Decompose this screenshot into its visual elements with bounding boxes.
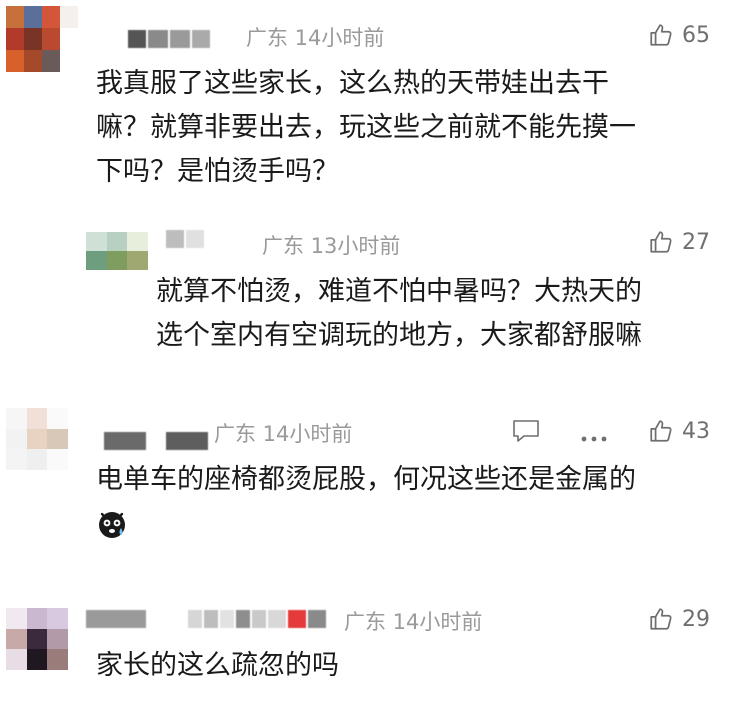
comment-meta: 广东 14小时前 <box>246 26 385 50</box>
comment-line: 家长的这么疏忽的吗 <box>96 650 339 681</box>
sweat-face-emoji <box>96 508 128 540</box>
comment-line: 电单车的座椅都烫屁股，何况这些还是金属的 <box>96 464 636 495</box>
comment-meta: 广东 14小时前 <box>214 422 353 446</box>
comment-meta: 广东 13小时前 <box>262 234 401 258</box>
badge-redacted <box>188 610 326 628</box>
like-button[interactable]: 65 <box>648 22 710 48</box>
avatar[interactable] <box>6 6 78 72</box>
like-count: 27 <box>682 229 710 255</box>
thumbs-up-icon <box>650 420 672 442</box>
comment-line: 下吗？是怕烫手吗？ <box>96 156 339 187</box>
like-button[interactable]: 27 <box>648 229 710 255</box>
more-dots-icon <box>581 436 607 442</box>
username-redacted[interactable] <box>166 230 204 248</box>
comment-line: 就算不怕烫，难道不怕中暑吗？大热天的 <box>156 276 642 307</box>
comment-icon <box>513 420 539 442</box>
comment-text: 家长的这么疏忽的吗 <box>96 644 339 688</box>
more-button[interactable] <box>580 428 608 442</box>
thumbs-up-icon <box>650 608 672 630</box>
like-button[interactable]: 43 <box>648 418 710 444</box>
thumbs-up-icon <box>650 231 672 253</box>
username-redacted[interactable] <box>86 610 146 628</box>
comment-text: 电单车的座椅都烫屁股，何况这些还是金属的 <box>96 458 636 502</box>
like-button[interactable]: 29 <box>648 606 710 632</box>
comment-line: 嘛？就算非要出去，玩这些之前就不能先摸一 <box>96 112 636 143</box>
avatar[interactable] <box>86 232 148 270</box>
avatar[interactable] <box>6 408 68 470</box>
thumbs-up-icon <box>650 24 672 46</box>
username-redacted[interactable] <box>128 30 210 48</box>
reply-button[interactable] <box>512 418 540 444</box>
like-count: 29 <box>682 606 710 632</box>
username-redacted[interactable] <box>104 432 208 450</box>
comment-line: 我真服了这些家长，这么热的天带娃出去干 <box>96 68 609 99</box>
comment-meta: 广东 14小时前 <box>344 610 483 634</box>
like-count: 65 <box>682 22 710 48</box>
comment-text: 就算不怕烫，难道不怕中暑吗？大热天的 选个室内有空调玩的地方，大家都舒服嘛 <box>156 270 642 358</box>
avatar[interactable] <box>6 608 68 670</box>
comment-line: 选个室内有空调玩的地方，大家都舒服嘛 <box>156 320 642 351</box>
like-count: 43 <box>682 418 710 444</box>
comment-text: 我真服了这些家长，这么热的天带娃出去干 嘛？就算非要出去，玩这些之前就不能先摸一… <box>96 62 636 194</box>
